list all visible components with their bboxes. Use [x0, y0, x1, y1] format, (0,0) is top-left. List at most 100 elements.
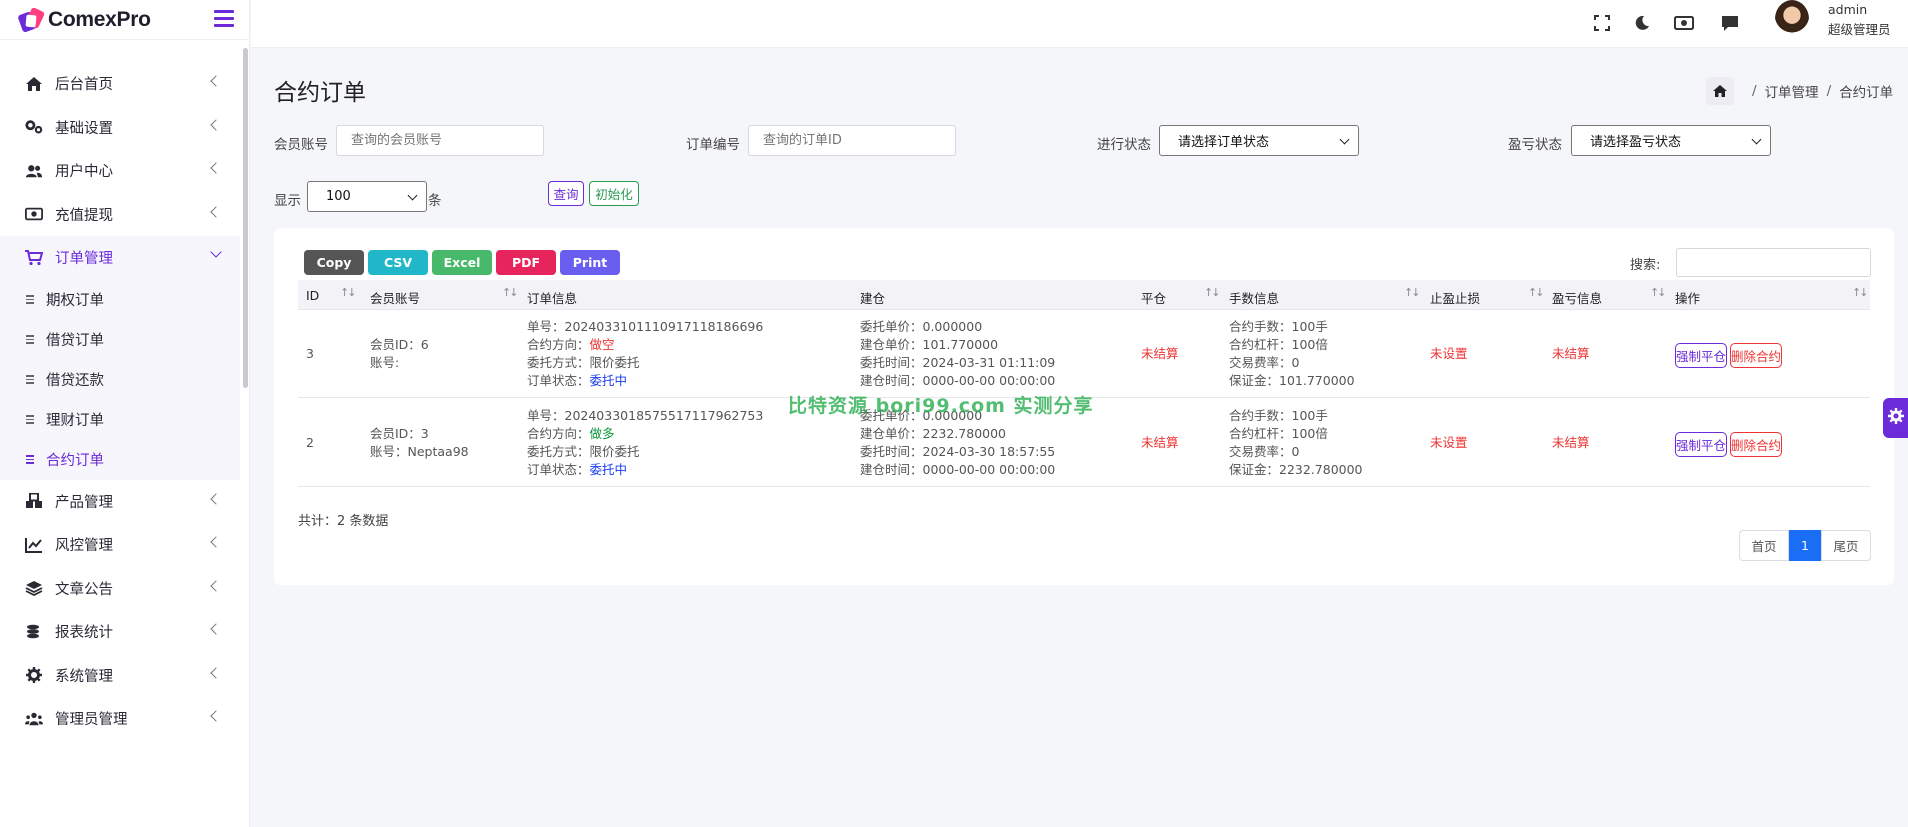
column-header-close[interactable]: 平仓: [1141, 288, 1166, 307]
order-status-badge: 委托中: [589, 373, 628, 388]
sidebar-item-risk[interactable]: 风控管理: [0, 523, 240, 567]
list-icon: [26, 375, 36, 384]
breadcrumb-home-icon[interactable]: [1706, 77, 1734, 105]
contract-lots: 合约手数：100手: [1229, 408, 1328, 423]
pagination-first[interactable]: 首页: [1739, 530, 1789, 561]
gears-icon: [25, 118, 43, 136]
member-account-input[interactable]: [336, 125, 544, 156]
sort-icon[interactable]: ↑↓: [1528, 286, 1545, 299]
breadcrumb-item-current: 合约订单: [1839, 85, 1894, 101]
delete-contract-button[interactable]: 删除合约: [1730, 343, 1782, 368]
sidebar-item-label: 基础设置: [55, 120, 113, 137]
sidebar-item-deposit-withdraw[interactable]: 充值提现: [0, 193, 240, 237]
cell-order-info: 单号：20240331011109171181866​96 合约方向：做空 委托…: [527, 318, 763, 390]
chat-icon[interactable]: [1720, 13, 1740, 33]
pagination-last[interactable]: 尾页: [1821, 530, 1871, 561]
sidebar-item-settings[interactable]: 基础设置: [0, 106, 240, 150]
chevron-left-icon: [210, 118, 222, 131]
order-mode: 委托方式：限价委托: [527, 355, 640, 370]
contract-lots: 合约手数：100手: [1229, 319, 1328, 334]
sort-icon[interactable]: ↑↓: [340, 286, 357, 299]
money-icon[interactable]: [1674, 13, 1694, 33]
print-button[interactable]: Print: [560, 250, 620, 275]
open-time: 建仓时间：0000-00-00 00:00:00: [860, 373, 1056, 388]
sidebar-subitem-loan-repayments[interactable]: 借贷还款: [0, 360, 240, 400]
cart-icon: [25, 249, 43, 267]
query-button[interactable]: 查询: [548, 181, 584, 206]
cell-tp-sl: 未设置: [1430, 435, 1468, 450]
cell-id: 2: [306, 435, 314, 450]
sidebar-item-dashboard[interactable]: 后台首页: [0, 62, 240, 106]
cell-open: 委托单价：0.000000 建仓单价：101.770000 委托时间：2024-…: [860, 318, 1055, 390]
sidebar-subitem-loan-orders[interactable]: 借贷订单: [0, 320, 240, 360]
column-header-tp-sl[interactable]: 止盈止损: [1430, 288, 1480, 307]
chevron-left-icon: [210, 205, 222, 218]
chevron-left-icon: [210, 579, 222, 592]
sidebar-menu: 后台首页 基础设置 用户中心 充值提现 订单管理 期权订单 借贷订单 借贷还款: [0, 62, 240, 741]
sidebar-item-admins[interactable]: 管理员管理: [0, 697, 240, 741]
column-header-id[interactable]: ID: [306, 288, 319, 303]
moon-icon[interactable]: [1632, 13, 1652, 33]
sidebar-item-label: 充值提现: [55, 207, 113, 224]
user-role: 超级管理员: [1828, 22, 1891, 37]
sort-icon[interactable]: ↑↓: [1852, 286, 1869, 299]
fee-rate: 交易费率：0: [1229, 355, 1300, 370]
column-header-member[interactable]: 会员账号: [370, 288, 420, 307]
sidebar-item-products[interactable]: 产品管理: [0, 480, 240, 524]
sidebar-subitem-label: 借贷订单: [46, 333, 104, 349]
member-id: 会员ID：3: [370, 426, 429, 441]
order-direction-label: 合约方向：: [527, 426, 590, 441]
contract-leverage: 合约杠杆：100倍: [1229, 426, 1328, 441]
sort-icon[interactable]: ↑↓: [1204, 286, 1221, 299]
sidebar-subitem-contract-orders[interactable]: 合约订单: [0, 440, 240, 480]
column-header-order-info: 订单信息: [527, 291, 578, 306]
menu-toggle-icon[interactable]: [214, 10, 234, 27]
pagination-page-current[interactable]: 1: [1789, 530, 1821, 561]
page-title: 合约订单: [274, 80, 366, 106]
pnl-status-select[interactable]: 请选择盈亏状态: [1571, 125, 1771, 156]
logo-icon: [17, 6, 46, 33]
sidebar-subitem-wealth-orders[interactable]: 理财订单: [0, 400, 240, 440]
sort-icon[interactable]: ↑↓: [502, 286, 519, 299]
copy-button[interactable]: Copy: [304, 250, 364, 275]
force-close-button[interactable]: 强制平仓: [1675, 343, 1727, 368]
sidebar-item-articles[interactable]: 文章公告: [0, 567, 240, 611]
fullscreen-icon[interactable]: [1592, 13, 1612, 33]
column-header-lots[interactable]: 手数信息: [1229, 288, 1279, 307]
breadcrumb-item-orders[interactable]: 订单管理: [1765, 81, 1819, 101]
order-status-value: 请选择订单状态: [1178, 135, 1270, 150]
table-search-label: 搜索:: [1630, 258, 1661, 273]
order-direction: 合约方向：做空: [527, 336, 763, 354]
sidebar-subitem-options-orders[interactable]: 期权订单: [0, 280, 240, 320]
direction-long-badge: 做多: [589, 426, 615, 441]
settings-panel-toggle[interactable]: [1883, 398, 1908, 438]
fee-rate: 交易费率：0: [1229, 444, 1300, 459]
sidebar-scrollbar[interactable]: [243, 48, 248, 388]
order-status-select[interactable]: 请选择订单状态: [1159, 125, 1359, 156]
avatar[interactable]: [1775, 0, 1809, 38]
delete-contract-button[interactable]: 删除合约: [1730, 432, 1782, 457]
reset-button[interactable]: 初始化: [589, 181, 639, 206]
sidebar-item-system[interactable]: 系统管理: [0, 654, 240, 698]
brand[interactable]: ComexPro: [0, 0, 249, 40]
excel-button[interactable]: Excel: [432, 250, 492, 275]
contract-leverage: 合约杠杆：100倍: [1229, 337, 1328, 352]
column-header-pnl[interactable]: 盈亏信息: [1552, 288, 1602, 307]
user-name[interactable]: admin: [1828, 2, 1867, 17]
force-close-button[interactable]: 强制平仓: [1675, 432, 1727, 457]
csv-button[interactable]: CSV: [368, 250, 428, 275]
entrust-time: 委托时间：2024-03-30 18:57:55: [860, 444, 1056, 459]
sort-icon[interactable]: ↑↓: [1650, 286, 1667, 299]
page-size-select[interactable]: 100: [307, 181, 427, 212]
chevron-left-icon: [210, 666, 222, 679]
sidebar-item-reports[interactable]: 报表统计: [0, 610, 240, 654]
table-header: ID ↑↓ 会员账号 ↑↓ 订单信息 建仓 平仓 ↑↓ 手数信息 ↑↓ 止盈止损…: [298, 280, 1870, 310]
table-search-input[interactable]: [1676, 248, 1871, 277]
sidebar-item-users[interactable]: 用户中心: [0, 149, 240, 193]
sort-icon[interactable]: ↑↓: [1404, 286, 1421, 299]
column-header-actions[interactable]: 操作: [1675, 288, 1700, 307]
sidebar-item-orders[interactable]: 订单管理: [0, 236, 240, 280]
pdf-button[interactable]: PDF: [496, 250, 556, 275]
order-id-input[interactable]: [748, 125, 956, 156]
order-status: 订单状态：委托中: [527, 461, 763, 479]
